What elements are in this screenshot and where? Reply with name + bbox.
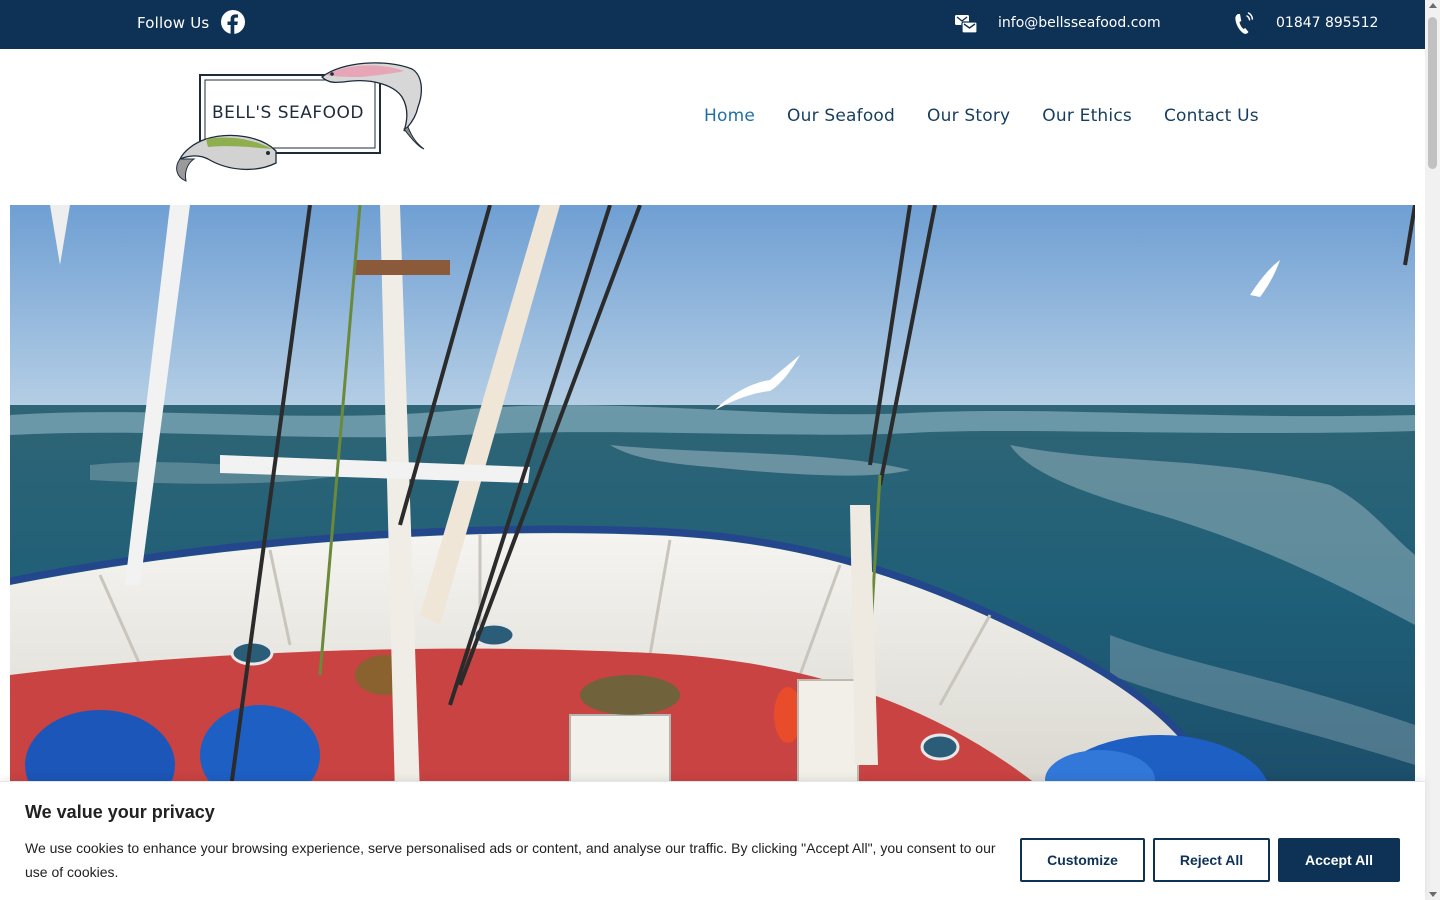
scroll-thumb[interactable]	[1428, 17, 1437, 169]
hero-image-boat-at-sea	[10, 205, 1415, 795]
scroll-up-icon[interactable]	[1429, 3, 1437, 8]
nav-item-our-seafood[interactable]: Our Seafood	[787, 106, 895, 126]
nav-item-our-ethics[interactable]: Our Ethics	[1042, 106, 1132, 126]
page-scrollbar[interactable]	[1425, 0, 1440, 900]
mailbox-icon	[953, 11, 979, 35]
site-header: BELL'S SEAFOOD Home Our Seafood Our Story O…	[0, 49, 1425, 205]
main-nav: Home Our Seafood Our Story Our Ethics Contac…	[704, 106, 1291, 126]
cookie-consent-banner: We value your privacy We use cookies to …	[0, 781, 1425, 900]
follow-us-label: Follow Us	[137, 14, 210, 32]
logo-text: BELL'S SEAFOOD	[212, 103, 364, 123]
nav-item-our-story[interactable]: Our Story	[927, 106, 1010, 126]
reject-all-button[interactable]: Reject All	[1153, 838, 1270, 882]
scroll-down-icon[interactable]	[1429, 892, 1437, 897]
email-link[interactable]: info@bellsseafood.com	[998, 15, 1161, 31]
phone-icon	[1233, 10, 1255, 36]
cookie-description: We use cookies to enhance your browsing …	[25, 840, 996, 880]
cookie-title: We value your privacy	[25, 802, 215, 822]
top-bar: Follow Us info@bellsseafood.com 01847 89…	[0, 0, 1425, 49]
nav-item-contact-us[interactable]: Contact Us	[1164, 106, 1259, 126]
phone-link[interactable]: 01847 895512	[1276, 15, 1378, 31]
nav-item-home[interactable]: Home	[704, 106, 755, 126]
facebook-icon[interactable]	[221, 10, 245, 34]
bells-seafood-logo[interactable]: BELL'S SEAFOOD	[172, 55, 428, 185]
customize-button[interactable]: Customize	[1020, 838, 1145, 882]
accept-all-button[interactable]: Accept All	[1278, 838, 1400, 882]
